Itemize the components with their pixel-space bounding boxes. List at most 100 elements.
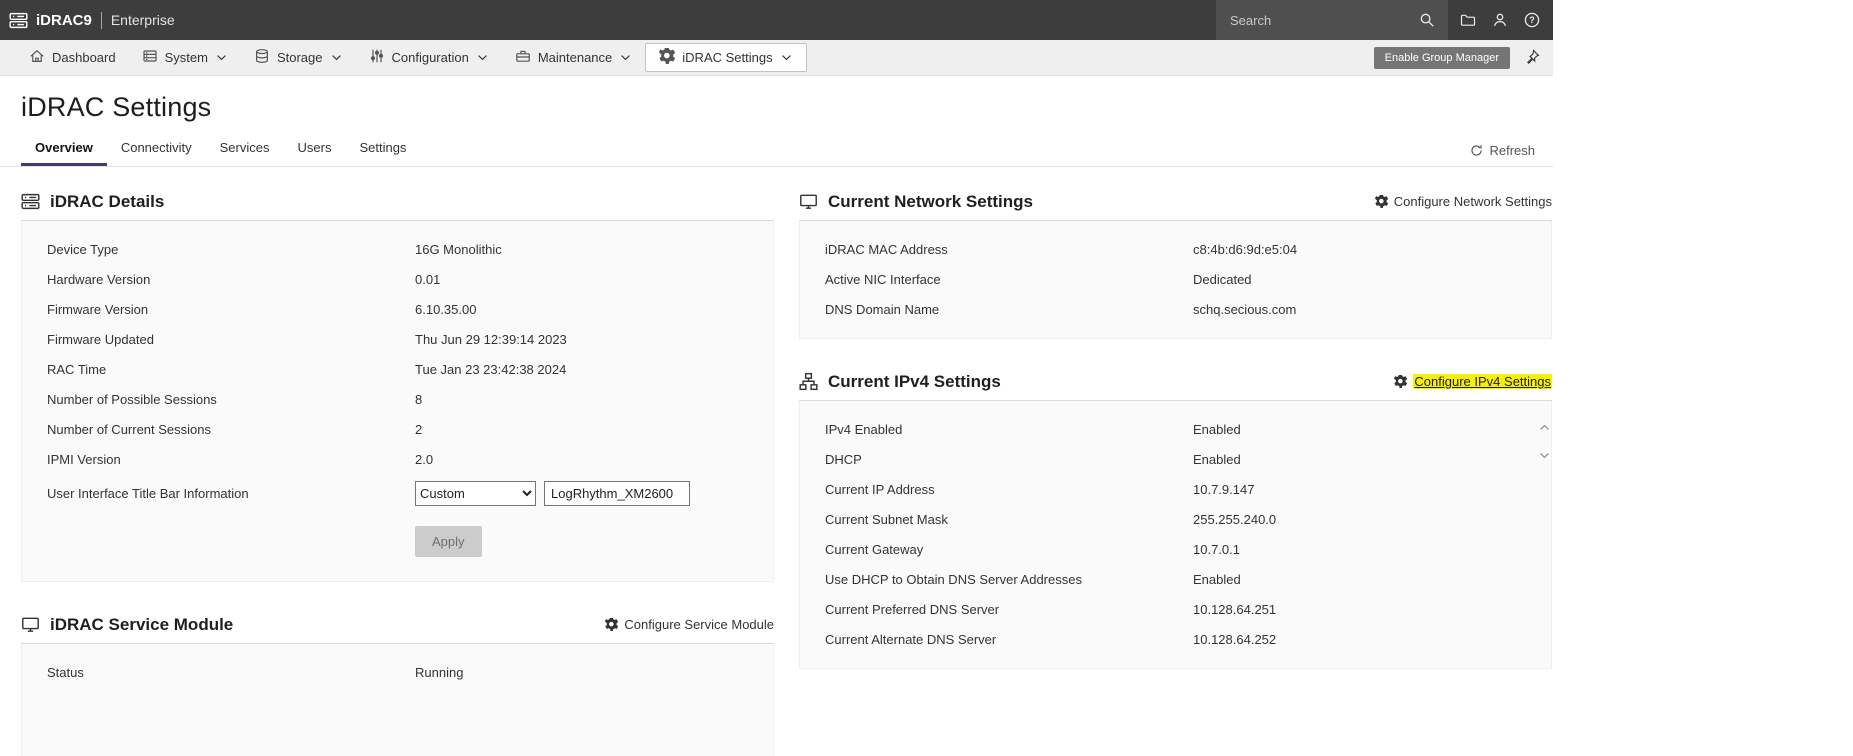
section-idrac-details: iDRAC Details Device Type 16G Monolithic…: [21, 183, 774, 582]
chevron-down-icon: [330, 51, 343, 64]
title-bar-mode-select[interactable]: Custom: [415, 480, 536, 506]
service-module-header: iDRAC Service Module Configure Service M…: [21, 606, 774, 644]
home-icon: [29, 48, 45, 67]
title-bar-text-input[interactable]: [544, 480, 690, 506]
field-label: Use DHCP to Obtain DNS Server Addresses: [825, 571, 1082, 587]
configure-ipv4-settings-link[interactable]: Configure IPv4 Settings: [1394, 374, 1552, 389]
field-value: Enabled: [1193, 421, 1241, 437]
table-row: Number of Possible Sessions 8: [22, 384, 773, 414]
table-row: Firmware Version 6.10.35.00: [22, 294, 773, 324]
field-label: Device Type: [47, 241, 119, 257]
scrollbar-up-button[interactable]: [1537, 420, 1551, 434]
enable-group-manager-button[interactable]: Enable Group Manager: [1373, 46, 1510, 69]
sitemap-icon: [799, 372, 818, 391]
field-value: 10.7.0.1: [1193, 541, 1240, 557]
idrac-details-table: Device Type 16G Monolithic Hardware Vers…: [21, 221, 774, 582]
brand-separator: [100, 11, 102, 29]
field-value: 6.10.35.00: [415, 301, 477, 317]
nav-item-label: System: [164, 50, 208, 65]
field-value: 8: [415, 391, 423, 407]
table-row: IPMI Version 2.0: [22, 444, 773, 474]
nav-item-maintenance[interactable]: Maintenance: [502, 40, 645, 75]
pin-icon[interactable]: [1524, 49, 1541, 66]
field-label: iDRAC MAC Address: [825, 241, 948, 257]
tab-users[interactable]: Users: [284, 131, 346, 166]
idrac-details-header: iDRAC Details: [21, 183, 774, 221]
field-label: Current Subnet Mask: [825, 511, 948, 527]
nav-item-configuration[interactable]: Configuration: [356, 40, 502, 75]
field-label: Number of Current Sessions: [47, 421, 212, 437]
table-row: iDRAC MAC Address c8:4b:d6:9d:e5:04: [800, 234, 1551, 264]
field-label: Current Gateway: [825, 541, 924, 557]
storage-icon: [254, 48, 270, 67]
table-row: Current Preferred DNS Server 10.128.64.2…: [800, 594, 1551, 624]
field-label: Firmware Updated: [47, 331, 154, 347]
table-row: Use DHCP to Obtain DNS Server Addresses …: [800, 564, 1551, 594]
scrollbar-down-button[interactable]: [1537, 448, 1551, 462]
field-value: 10.128.64.251: [1193, 601, 1277, 617]
table-row: Current Subnet Mask 255.255.240.0: [800, 504, 1551, 534]
field-value: Enabled: [1193, 571, 1241, 587]
nav-item-idrac-settings[interactable]: iDRAC Settings: [645, 43, 807, 72]
search-input[interactable]: [1228, 11, 1417, 29]
folder-icon[interactable]: [1458, 11, 1477, 30]
table-row: Device Type 16G Monolithic: [22, 234, 773, 264]
page-title: iDRAC Settings: [21, 92, 212, 122]
field-label: User Interface Title Bar Information: [47, 485, 249, 501]
idrac-logo-icon: [9, 11, 28, 30]
user-icon[interactable]: [1490, 11, 1509, 30]
nav-item-dashboard[interactable]: Dashboard: [16, 40, 129, 75]
field-label: Active NIC Interface: [825, 271, 941, 287]
main-nav-bar: Dashboard System Storage Configuration M…: [0, 40, 1553, 76]
sliders-icon: [369, 48, 385, 67]
search-box[interactable]: [1216, 0, 1448, 40]
section-title: Current Network Settings: [828, 191, 1033, 211]
tab-overview[interactable]: Overview: [21, 131, 107, 166]
nav-item-system[interactable]: System: [129, 40, 241, 75]
apply-button[interactable]: Apply: [415, 526, 482, 557]
nav-item-label: Dashboard: [52, 50, 116, 65]
edition-label: Enterprise: [110, 12, 175, 28]
top-header-bar: iDRAC9 Enterprise: [0, 0, 1553, 40]
field-value: 2: [415, 421, 423, 437]
section-title: iDRAC Service Module: [50, 614, 234, 634]
nav-right-cluster: Enable Group Manager: [1373, 46, 1553, 69]
search-icon[interactable]: [1417, 11, 1436, 30]
field-label: DNS Domain Name: [825, 301, 940, 317]
nav-item-storage[interactable]: Storage: [241, 40, 356, 75]
tab-connectivity[interactable]: Connectivity: [107, 131, 206, 166]
table-row: Current IP Address 10.7.9.147: [800, 474, 1551, 504]
service-module-table: Status Running: [21, 644, 774, 756]
rack-icon: [21, 192, 40, 211]
title-bar-info-row: User Interface Title Bar Information Cus…: [22, 474, 773, 512]
header-icon-cluster: [1448, 11, 1553, 30]
field-value: Thu Jun 29 12:39:14 2023: [415, 331, 567, 347]
field-label: IPMI Version: [47, 451, 121, 467]
field-value: Dedicated: [1193, 271, 1252, 287]
table-row: IPv4 Enabled Enabled: [800, 414, 1551, 444]
table-row: Status Running: [22, 657, 773, 687]
field-value: Running: [415, 664, 464, 680]
action-label-highlighted: Configure IPv4 Settings: [1413, 374, 1552, 389]
configure-service-module-link[interactable]: Configure Service Module: [605, 617, 774, 632]
server-icon: [142, 48, 158, 67]
field-value: 10.128.64.252: [1193, 631, 1277, 647]
refresh-label: Refresh: [1489, 143, 1535, 158]
field-value: 10.7.9.147: [1193, 481, 1255, 497]
field-label: Current Alternate DNS Server: [825, 631, 997, 647]
tab-settings[interactable]: Settings: [345, 131, 420, 166]
help-icon[interactable]: [1522, 11, 1541, 30]
section-title: iDRAC Details: [50, 191, 165, 211]
table-row: DNS Domain Name schq.secious.com: [800, 294, 1551, 324]
refresh-button[interactable]: Refresh: [1470, 143, 1535, 166]
field-label: DHCP: [825, 451, 862, 467]
tab-bar: Overview Connectivity Services Users Set…: [0, 131, 1553, 167]
table-row: RAC Time Tue Jan 23 23:42:38 2024: [22, 354, 773, 384]
field-value: c8:4b:d6:9d:e5:04: [1193, 241, 1298, 257]
field-label: IPv4 Enabled: [825, 421, 903, 437]
tab-services[interactable]: Services: [206, 131, 284, 166]
ipv4-settings-table: IPv4 Enabled Enabled DHCP Enabled Curren…: [799, 401, 1552, 669]
idrac-window: iDRAC9 Enterprise Dashboard System Stora…: [0, 0, 1553, 756]
configure-network-settings-link[interactable]: Configure Network Settings: [1375, 194, 1552, 209]
section-idrac-service-module: iDRAC Service Module Configure Service M…: [21, 606, 774, 756]
